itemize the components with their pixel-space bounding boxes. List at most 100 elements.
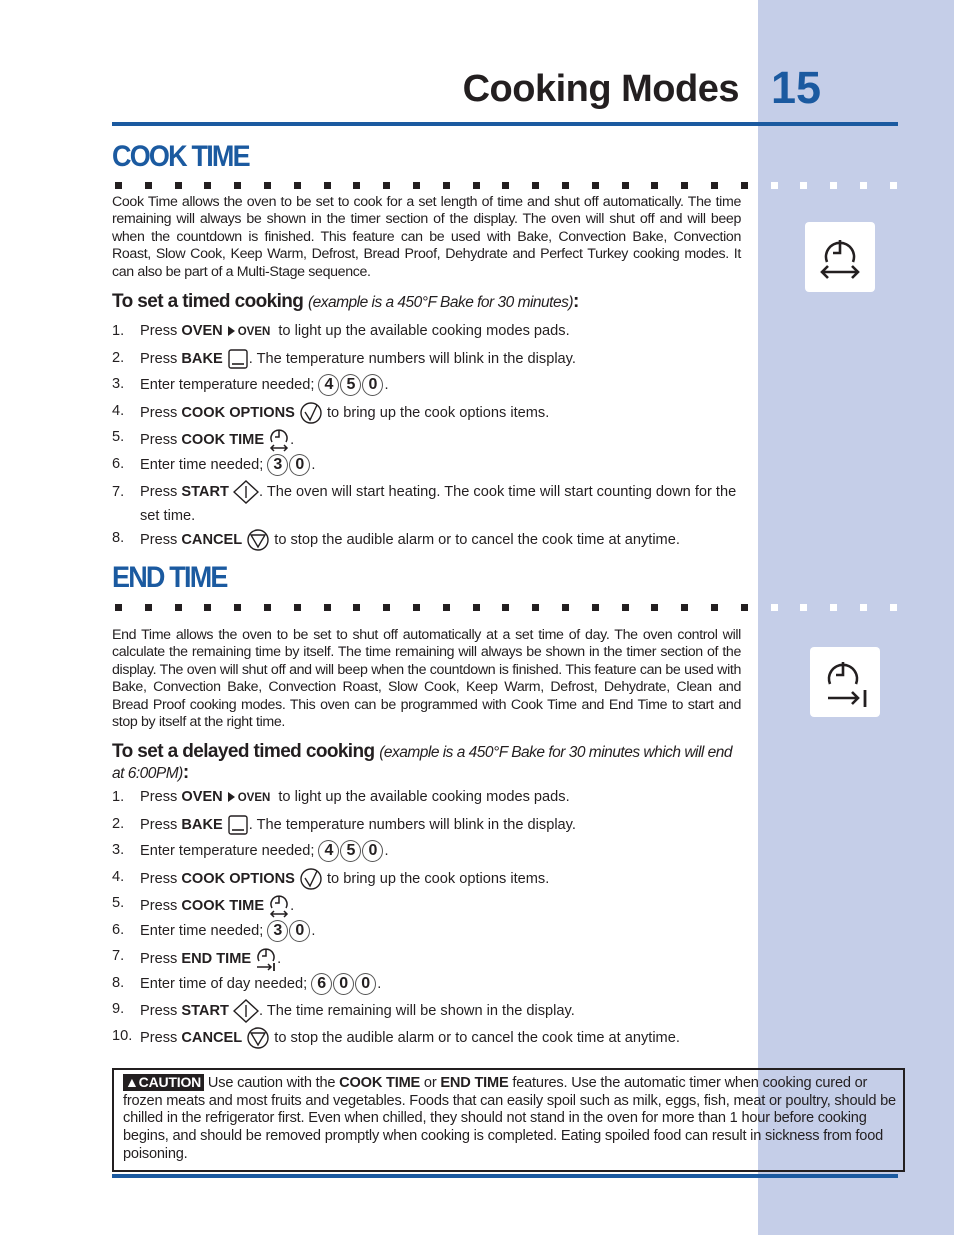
divider-dot [800, 604, 808, 611]
step-item: 1. Press OVEN OVEN to light up the availab… [112, 787, 752, 814]
step-text: Press [140, 897, 182, 914]
divider-dot [532, 604, 540, 611]
step-text: to light up the available cooking modes … [274, 789, 570, 805]
step-text: . The time remaining will be shown in th… [258, 1002, 575, 1019]
step-item: 8. Enter time of day needed; 600. [112, 972, 752, 1000]
step-text: Enter temperature needed; [140, 376, 319, 393]
bake-key-icon [227, 814, 249, 836]
step-key-label: BAKE [181, 816, 223, 833]
step-text: Press [140, 950, 182, 967]
divider-dot [830, 182, 838, 189]
step-text: . [277, 950, 282, 967]
divider-dot [263, 604, 271, 611]
start-diamond-icon [232, 480, 259, 505]
cook-time-description: Cook Time allows the oven to be set to c… [112, 194, 741, 280]
step-key-label: COOK TIME [181, 897, 265, 914]
step-text: to stop the audible alarm or to cancel t… [270, 1029, 680, 1046]
step-number: 2. [112, 815, 125, 832]
step-item: 3. Enter temperature needed; 450. [112, 374, 752, 401]
step-number: 10. [112, 1027, 133, 1044]
digit-key: 0 [362, 840, 384, 862]
divider-dot [889, 604, 897, 611]
cook-time-heading: COOK TIME [112, 140, 251, 173]
digit-key: 0 [333, 972, 355, 995]
step-text: Press [140, 1029, 182, 1046]
divider-dot [532, 182, 540, 189]
caution-text: or [420, 1075, 441, 1091]
step-item: 5. Press COOK TIME . [112, 427, 752, 454]
divider-dot [502, 182, 510, 189]
step-text: . The oven will start heating. The cook … [140, 484, 737, 525]
step-item: 7. Press START . The oven will start heat… [112, 480, 752, 528]
caution-badge-label: CAUTION [138, 1074, 202, 1090]
divider-dot [144, 182, 152, 189]
end-time-icon [810, 647, 880, 717]
subheading-text: To set a timed cooking [112, 291, 304, 312]
oven-key-label: OVEN [237, 326, 271, 338]
step-text: Press [140, 484, 182, 500]
cook-options-check-icon [299, 401, 323, 425]
step-number: 8. [112, 530, 125, 546]
step-number: 7. [112, 948, 125, 964]
step-number: 3. [112, 842, 125, 858]
digit-key: 3 [267, 919, 289, 942]
step-number: 6. [112, 455, 125, 472]
end-time-heading: END TIME [112, 561, 228, 594]
caution-badge: ▲CAUTION [123, 1074, 205, 1091]
page-title: Cooking Modes [462, 68, 740, 110]
step-number: 1. [112, 323, 125, 339]
divider-dot [591, 182, 599, 189]
divider-dot [383, 604, 391, 611]
divider-dot [234, 604, 242, 611]
step-number: 2. [112, 349, 125, 366]
divider-dot [353, 604, 361, 611]
subheading-example: (example is a 450°F Bake for 30 minutes) [307, 294, 574, 311]
step-number: 4. [112, 868, 125, 885]
divider-dot [293, 182, 301, 189]
step-key-label: OVEN [181, 789, 223, 805]
divider-dot [174, 604, 182, 611]
title-rule [112, 122, 898, 126]
divider-dot [204, 604, 212, 611]
divider-dot [115, 604, 122, 611]
end-time-steps: 1. Press OVEN OVEN to light up the availab… [112, 787, 752, 1052]
divider-dot [442, 604, 450, 611]
step-item: 10. Press CANCEL to stop the audible alar… [112, 1026, 752, 1053]
divider-dot [830, 604, 838, 611]
step-text: to stop the audible alarm or to cancel t… [270, 531, 680, 548]
divider-dot [889, 182, 897, 189]
divider-dot [383, 182, 391, 189]
caution-text: Use caution with the [204, 1075, 340, 1091]
cook-time-icon [805, 222, 875, 292]
step-text: . [290, 897, 295, 914]
divider-dot [442, 182, 450, 189]
step-text: Enter time of day needed; [140, 975, 312, 992]
divider-dot [293, 604, 301, 611]
step-item: 2. Press BAKE . The temperature numbers w… [112, 348, 752, 375]
divider-dot [770, 182, 778, 189]
step-text: . The temperature numbers will blink in … [248, 350, 576, 367]
divider-dot [710, 182, 718, 189]
cancel-triangle-icon [246, 528, 270, 552]
digit-key: 6 [311, 972, 333, 995]
step-text: . [311, 456, 316, 473]
step-item: 4. Press COOK OPTIONS to bring up the coo… [112, 867, 752, 894]
step-text: . [311, 922, 316, 939]
digit-key: 0 [362, 374, 384, 396]
digit-key: 4 [318, 840, 340, 862]
step-item: 8. Press CANCEL to stop the audible alarm… [112, 528, 752, 555]
divider-dot [740, 604, 748, 611]
step-key-label: CANCEL [181, 1029, 243, 1046]
step-number: 9. [112, 1001, 125, 1017]
step-text: to light up the available cooking modes … [274, 323, 570, 339]
divider-dot [561, 182, 569, 189]
divider-dot [502, 604, 510, 611]
divider-dot [323, 604, 331, 611]
play-arrow-icon [227, 326, 235, 337]
step-item: 1. Press OVEN OVEN to light up the availab… [112, 321, 752, 348]
step-number: 7. [112, 484, 125, 500]
divider-dot [323, 182, 331, 189]
caution-text-bold: END TIME [440, 1075, 509, 1091]
step-number: 6. [112, 921, 125, 938]
divider-dot [144, 604, 152, 611]
